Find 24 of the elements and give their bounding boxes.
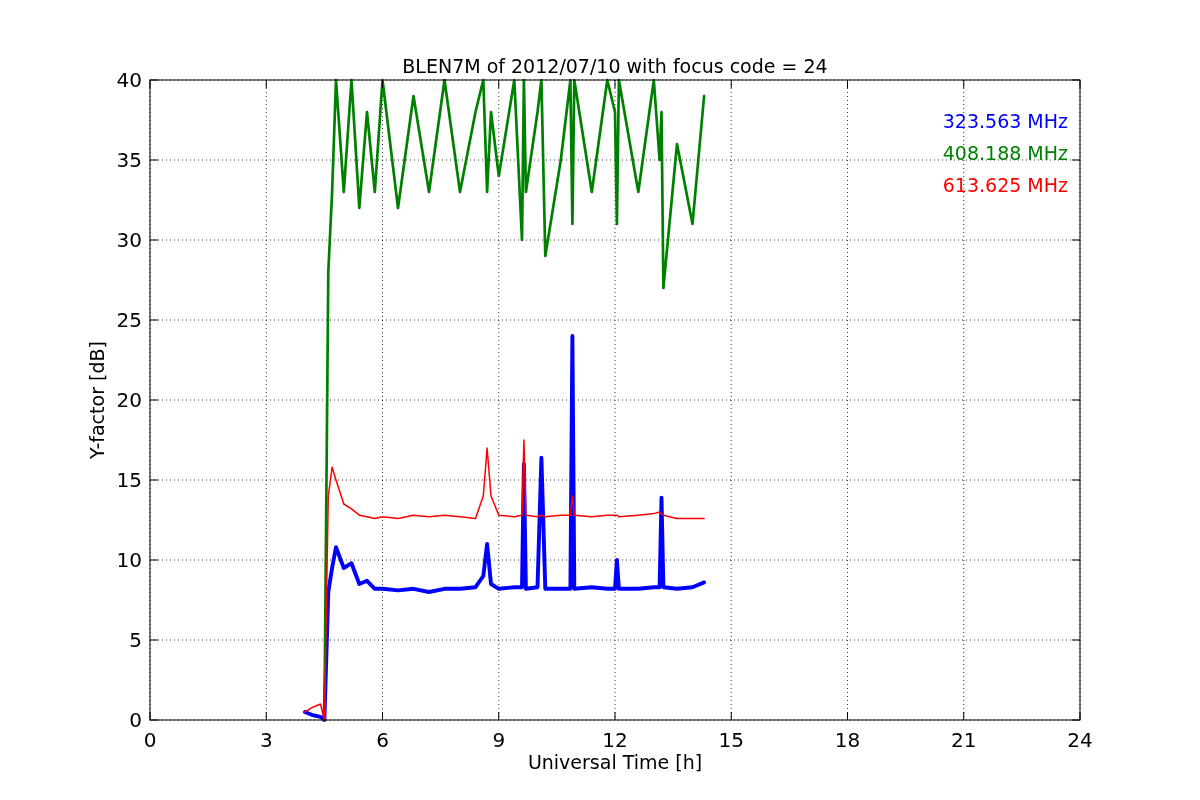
x-tick-label: 12 (602, 728, 628, 752)
x-tick-label: 9 (492, 728, 506, 752)
y-tick-label: 5 (129, 628, 142, 652)
x-tick-label: 15 (718, 728, 744, 752)
y-tick-label: 35 (116, 148, 142, 172)
y-tick-label: 20 (116, 388, 142, 412)
chart-title: BLEN7M of 2012/07/10 with focus code = 24 (402, 55, 828, 77)
y-tick-label: 30 (116, 228, 142, 252)
x-tick-label: 6 (376, 728, 389, 752)
legend-label: 613.625 MHz (942, 174, 1068, 196)
x-tick-label: 18 (834, 728, 861, 752)
y-tick-label: 10 (116, 548, 142, 572)
y-tick-label: 25 (116, 308, 142, 332)
y-axis-label: Y-factor [dB] (86, 341, 108, 459)
legend-label: 408.188 MHz (942, 142, 1068, 164)
x-tick-label: 3 (259, 728, 273, 752)
x-tick-label: 24 (1067, 728, 1093, 752)
legend-label: 323.563 MHz (942, 110, 1068, 132)
x-axis-label: Universal Time [h] (527, 751, 703, 773)
x-tick-label: 21 (951, 728, 977, 752)
y-tick-label: 0 (129, 708, 142, 732)
x-tick-label: 0 (143, 728, 157, 752)
y-tick-label: 40 (116, 68, 142, 92)
y-tick-label: 15 (116, 468, 142, 492)
